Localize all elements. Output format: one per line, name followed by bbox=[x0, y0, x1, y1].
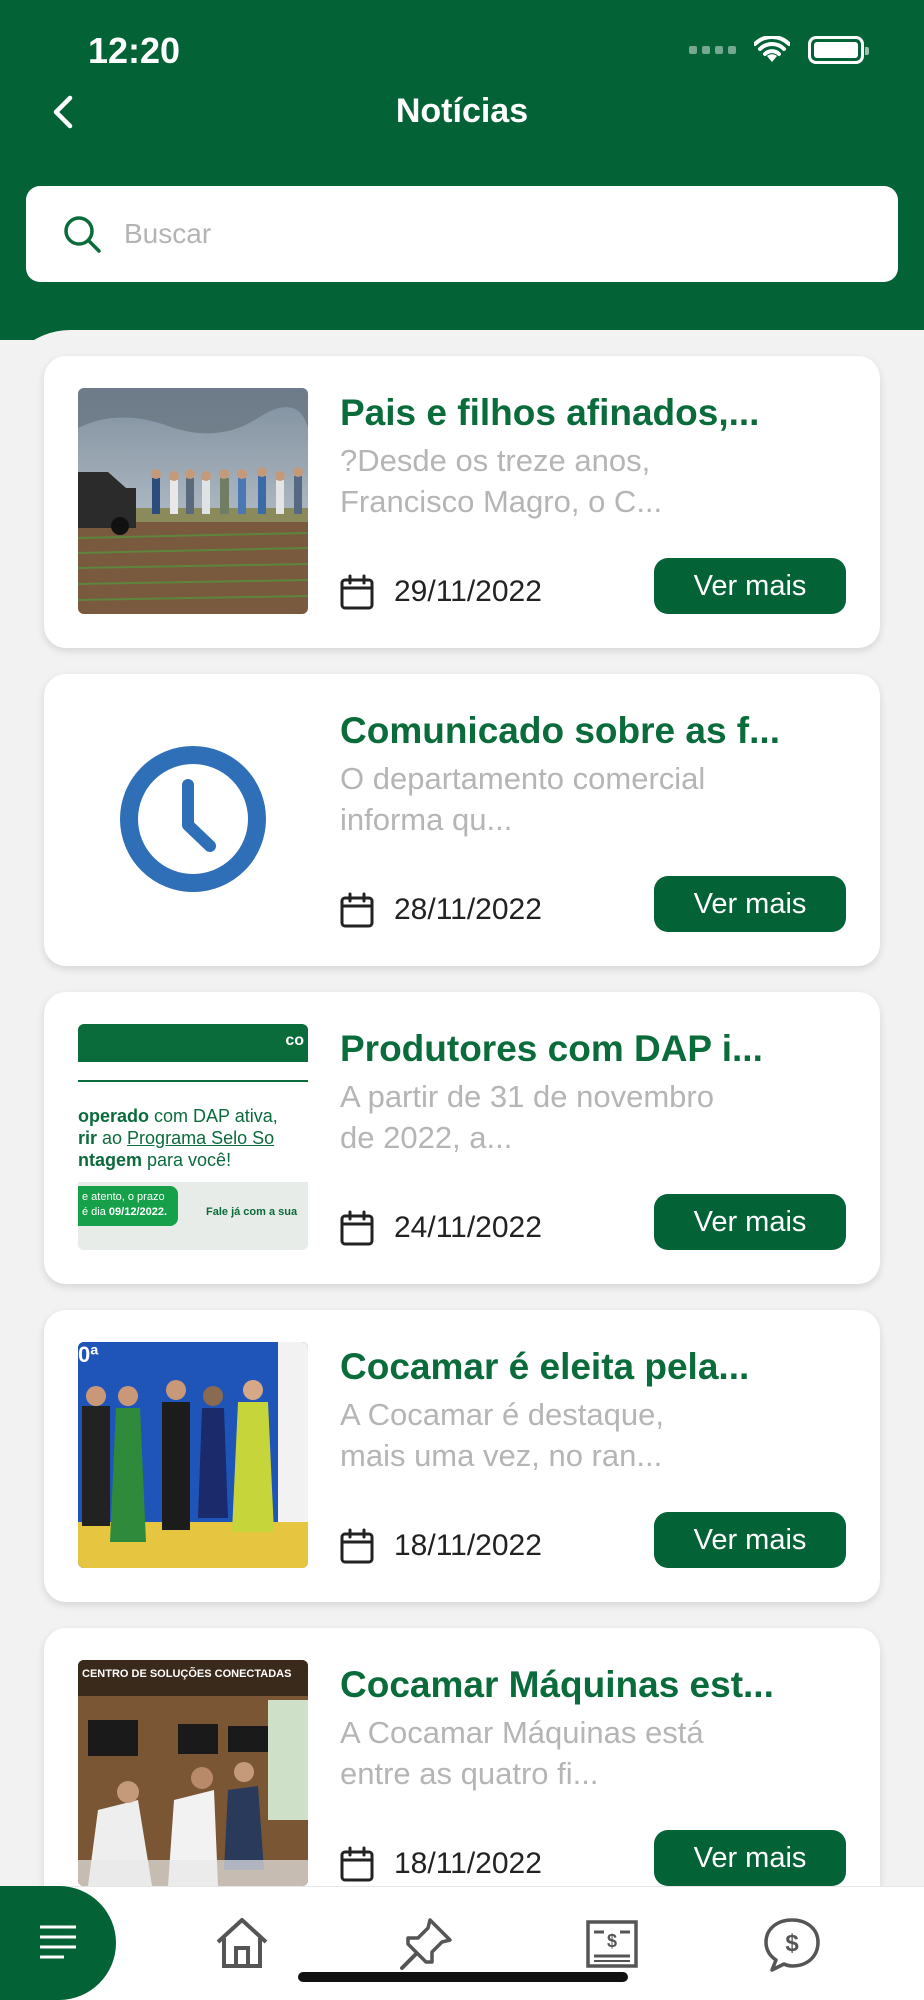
chat-dollar-icon[interactable]: $ bbox=[762, 1914, 822, 1974]
photo-label: 0ª bbox=[78, 1342, 99, 1367]
see-more-button[interactable]: Ver mais bbox=[654, 1194, 846, 1250]
search-bar[interactable] bbox=[26, 186, 898, 282]
calendar-icon bbox=[340, 892, 374, 928]
news-title: Cocamar é eleita pela... bbox=[340, 1346, 750, 1387]
battery-icon bbox=[808, 36, 869, 64]
calendar-icon bbox=[340, 1210, 374, 1246]
home-indicator bbox=[298, 1972, 628, 1982]
news-date: 24/11/2022 bbox=[394, 1211, 542, 1244]
banner-logo: co bbox=[285, 1032, 304, 1049]
news-description: O departamento comercial informa qu... bbox=[340, 761, 706, 837]
news-date: 28/11/2022 bbox=[394, 893, 542, 926]
news-image-banner: co operado com DAP ativa, rir ao Program… bbox=[78, 1024, 308, 1250]
status-time: 12:20 bbox=[88, 30, 181, 71]
banner-top: co bbox=[78, 1024, 308, 1062]
tab-news[interactable] bbox=[0, 1886, 116, 2000]
search-input[interactable] bbox=[124, 218, 824, 250]
news-description: A partir de 31 de novembro de 2022, a... bbox=[340, 1079, 714, 1155]
news-date: 18/11/2022 bbox=[394, 1529, 542, 1562]
see-more-button[interactable]: Ver mais bbox=[654, 1830, 846, 1886]
news-description: A Cocamar é destaque, mais uma vez, no r… bbox=[340, 1397, 664, 1473]
news-description: ?Desde os treze anos, Francisco Magro, o… bbox=[340, 443, 663, 519]
page-title: Notícias bbox=[395, 92, 529, 130]
news-date: 29/11/2022 bbox=[394, 575, 542, 608]
see-more-button[interactable]: Ver mais bbox=[654, 558, 846, 614]
pin-icon[interactable] bbox=[396, 1914, 456, 1974]
news-image-booth: CENTRO DE SOLUÇÕES CONECTADAS bbox=[78, 1660, 308, 1886]
calendar-icon bbox=[340, 1528, 374, 1564]
clock-icon bbox=[120, 746, 266, 892]
news-card[interactable]: Comunicado sobre as f... O departamento … bbox=[44, 674, 880, 966]
news-image-clock bbox=[78, 706, 308, 932]
news-date-row: 18/11/2022 bbox=[340, 1528, 542, 1564]
news-card[interactable]: CENTRO DE SOLUÇÕES CONECTADAS Cocamar Má… bbox=[44, 1628, 880, 1920]
signal-icon bbox=[689, 46, 736, 54]
news-date-row: 18/11/2022 bbox=[340, 1846, 542, 1882]
news-card[interactable]: 0ª Cocamar é eleita pela... A Cocamar é … bbox=[44, 1310, 880, 1602]
news-title: Produtores com DAP i... bbox=[340, 1028, 763, 1069]
news-description: A Cocamar Máquinas está entre as quatro … bbox=[340, 1715, 704, 1791]
list-icon bbox=[40, 1925, 76, 1959]
see-more-button[interactable]: Ver mais bbox=[654, 876, 846, 932]
calendar-icon bbox=[340, 1846, 374, 1882]
search-icon bbox=[64, 216, 101, 253]
news-title: Pais e filhos afinados,... bbox=[340, 392, 760, 433]
news-card[interactable]: Pais e filhos afinados,... ?Desde os tre… bbox=[44, 356, 880, 648]
home-icon[interactable] bbox=[212, 1914, 272, 1974]
svg-text:$: $ bbox=[785, 1930, 799, 1957]
news-date-row: 28/11/2022 bbox=[340, 892, 542, 928]
news-image-award: 0ª bbox=[78, 1342, 308, 1568]
news-date-row: 24/11/2022 bbox=[340, 1210, 542, 1246]
news-date: 18/11/2022 bbox=[394, 1847, 542, 1880]
svg-text:$: $ bbox=[607, 1931, 617, 1951]
status-icons bbox=[689, 36, 869, 64]
news-card[interactable]: co operado com DAP ativa, rir ao Program… bbox=[44, 992, 880, 1284]
news-title: Cocamar Máquinas est... bbox=[340, 1664, 774, 1705]
invoice-icon[interactable]: $ bbox=[582, 1914, 642, 1974]
news-date-row: 29/11/2022 bbox=[340, 574, 542, 610]
wifi-icon bbox=[754, 36, 790, 62]
news-image-field bbox=[78, 388, 308, 614]
photo-label: CENTRO DE SOLUÇÕES CONECTADAS bbox=[82, 1668, 292, 1680]
nav-bar: Notícias bbox=[0, 80, 924, 144]
calendar-icon bbox=[340, 574, 374, 610]
see-more-button[interactable]: Ver mais bbox=[654, 1512, 846, 1568]
banner-deadline: e atento, o prazo é dia 09/12/2022. bbox=[78, 1186, 178, 1226]
news-title: Comunicado sobre as f... bbox=[340, 710, 780, 751]
